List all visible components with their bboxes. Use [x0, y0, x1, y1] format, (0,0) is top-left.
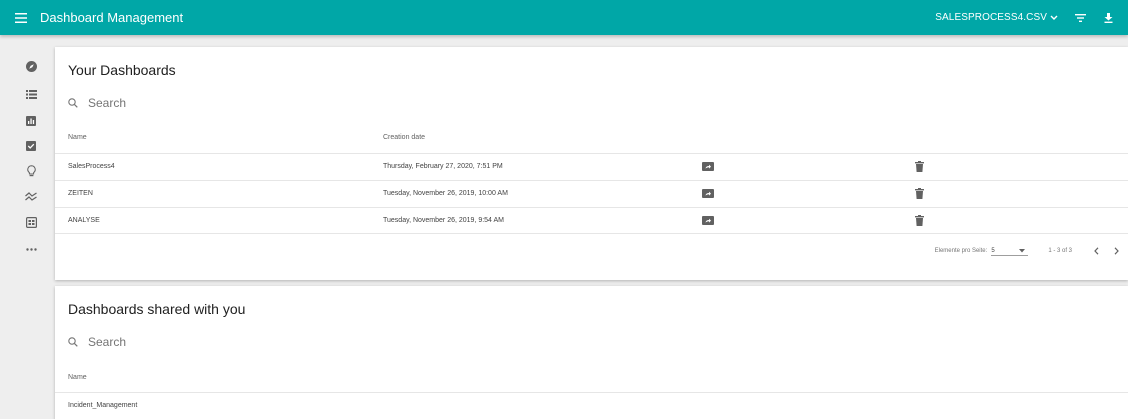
dashboard-date: Thursday, February 27, 2020, 7:51 PM [383, 163, 503, 170]
share-icon[interactable] [702, 162, 714, 171]
shared-dashboards-card: Dashboards shared with you Search Name I… [55, 286, 1128, 419]
compass-icon [25, 60, 37, 72]
dashboard-name[interactable]: Incident_Management [68, 402, 137, 409]
table-row[interactable]: Incident_Management [55, 392, 1128, 419]
dashboard-name[interactable]: SalesProcess4 [68, 163, 115, 170]
previous-page-button[interactable] [1092, 246, 1100, 256]
sidebar-item-analytics[interactable] [24, 114, 38, 128]
menu-button[interactable] [2, 0, 40, 35]
app-title: Dashboard Management [40, 10, 184, 25]
delete-icon[interactable] [915, 188, 924, 199]
search-icon [68, 98, 78, 108]
file-selector[interactable]: SALESPROCESS4.CSV [935, 12, 1058, 23]
chevron-left-icon [1093, 247, 1098, 255]
items-per-page-label: Elemente pro Seite: [934, 248, 988, 254]
form-icon [25, 216, 37, 228]
filter-button[interactable] [1072, 10, 1088, 26]
column-header-creation-date[interactable]: Creation date [383, 134, 425, 141]
more-icon [25, 247, 37, 251]
sidebar-item-explore[interactable] [24, 59, 38, 73]
chevron-down-icon [1050, 15, 1058, 20]
chevron-right-icon [1114, 247, 1119, 255]
sidebar-item-insights[interactable] [24, 164, 38, 178]
table-row[interactable]: SalesProcess4 Thursday, February 27, 202… [55, 153, 1128, 180]
checkbox-icon [26, 141, 36, 151]
bar-chart-icon [26, 116, 36, 126]
sidebar [0, 35, 55, 419]
top-app-bar: Dashboard Management SALESPROCESS4.CSV [0, 0, 1128, 35]
lightbulb-icon [26, 165, 36, 177]
shared-dashboards-title: Dashboards shared with you [68, 301, 246, 317]
list-icon [25, 89, 37, 99]
hamburger-menu-icon [15, 12, 27, 23]
download-icon [1104, 12, 1112, 23]
file-name: SALESPROCESS4.CSV [935, 12, 1047, 23]
sidebar-item-list[interactable] [24, 87, 38, 101]
paginator: Elemente pro Seite: 5 1 - 3 of 3 [935, 245, 1128, 257]
delete-icon[interactable] [915, 161, 924, 172]
delete-icon[interactable] [915, 215, 924, 226]
filter-icon [1074, 13, 1086, 22]
search-placeholder: Search [88, 96, 127, 110]
page-range: 1 - 3 of 3 [1048, 248, 1072, 254]
share-icon[interactable] [702, 216, 714, 225]
search-placeholder: Search [88, 335, 127, 349]
your-dashboards-title: Your Dashboards [68, 62, 176, 78]
search-icon [68, 337, 78, 347]
shared-dashboards-search[interactable]: Search [68, 335, 126, 349]
column-header-name[interactable]: Name [68, 134, 87, 141]
dashboard-name[interactable]: ANALYSE [68, 217, 100, 224]
sidebar-item-tasks[interactable] [24, 139, 38, 153]
your-dashboards-search[interactable]: Search [68, 96, 126, 110]
sidebar-item-trends[interactable] [24, 189, 38, 203]
dropdown-arrow-icon [1019, 249, 1026, 253]
dashboard-name[interactable]: ZEITEN [68, 190, 93, 197]
table-row[interactable]: ANALYSE Tuesday, November 26, 2019, 9:54… [55, 207, 1128, 234]
dashboard-date: Tuesday, November 26, 2019, 10:00 AM [383, 190, 508, 197]
table-row[interactable]: ZEITEN Tuesday, November 26, 2019, 10:00… [55, 180, 1128, 207]
page-size-value: 5 [991, 247, 995, 254]
sidebar-item-forms[interactable] [24, 215, 38, 229]
your-dashboards-card: Your Dashboards Search Name Creation dat… [55, 47, 1128, 280]
sidebar-item-more[interactable] [24, 242, 38, 256]
trend-icon [25, 191, 37, 201]
download-button[interactable] [1100, 10, 1116, 26]
dashboard-date: Tuesday, November 26, 2019, 9:54 AM [383, 217, 505, 224]
share-icon[interactable] [702, 189, 714, 198]
page-size-select[interactable]: 5 [991, 246, 1029, 256]
next-page-button[interactable] [1112, 246, 1120, 256]
column-header-name[interactable]: Name [68, 374, 87, 381]
